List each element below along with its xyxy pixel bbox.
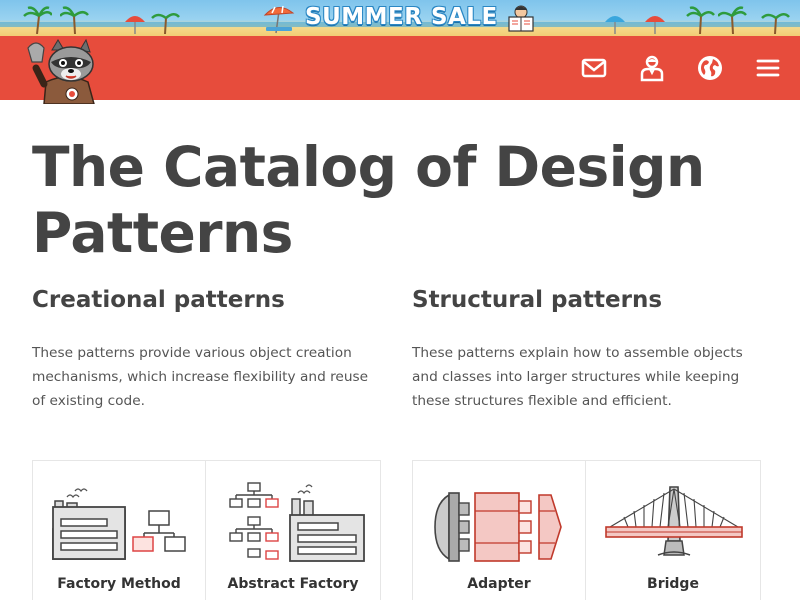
beach-umbrella-small-icon: [125, 16, 145, 34]
site-header: [0, 36, 800, 104]
palm-tree-icon: [718, 6, 747, 34]
section-description: These patterns provide various object cr…: [32, 345, 369, 409]
card-label: Adapter: [467, 576, 531, 592]
account-icon[interactable]: [638, 54, 666, 82]
beach-umbrella-icon: [263, 5, 295, 34]
pattern-card-abstract-factory[interactable]: Abstract Factory: [206, 460, 381, 600]
pattern-card-factory-method[interactable]: Factory Method: [32, 460, 206, 600]
palm-tree-icon: [23, 6, 52, 34]
factory-method-icon: [52, 488, 186, 560]
menu-icon[interactable]: [754, 54, 782, 82]
bridge-icon: [605, 486, 743, 556]
beach-umbrella-small-icon: [605, 16, 625, 34]
structural-section: Structural patterns These patterns expla…: [412, 284, 762, 413]
banner-title[interactable]: SUMMER SALE: [305, 4, 498, 30]
pattern-card-adapter[interactable]: Adapter: [412, 460, 586, 600]
palm-tree-icon: [151, 13, 180, 34]
summer-sale-banner[interactable]: SUMMER SALE: [0, 0, 800, 36]
abstract-factory-icon: [229, 482, 365, 562]
beach-umbrella-small-icon: [645, 16, 665, 34]
card-label: Bridge: [647, 576, 699, 592]
card-label: Factory Method: [57, 576, 181, 592]
raccoon-logo-icon[interactable]: [24, 38, 110, 104]
palm-tree-icon: [60, 6, 89, 34]
adapter-icon: [434, 492, 562, 562]
structural-pattern-cards: Adapter Bridge: [412, 460, 761, 600]
globe-icon[interactable]: [696, 54, 724, 82]
card-label: Abstract Factory: [227, 576, 359, 592]
palm-tree-icon: [761, 13, 790, 34]
creational-section: Creational patterns These patterns provi…: [32, 284, 382, 413]
section-description: These patterns explain how to assemble o…: [412, 345, 743, 409]
person-reading-icon: [508, 5, 534, 32]
palm-tree-icon: [686, 6, 715, 34]
section-heading[interactable]: Structural patterns: [412, 284, 762, 316]
mail-icon[interactable]: [580, 54, 608, 82]
section-heading[interactable]: Creational patterns: [32, 284, 382, 316]
creational-pattern-cards: Factory Method Abstract Factory: [32, 460, 381, 600]
pattern-card-bridge[interactable]: Bridge: [586, 460, 761, 600]
page-title: The Catalog of Design Patterns: [32, 135, 705, 265]
